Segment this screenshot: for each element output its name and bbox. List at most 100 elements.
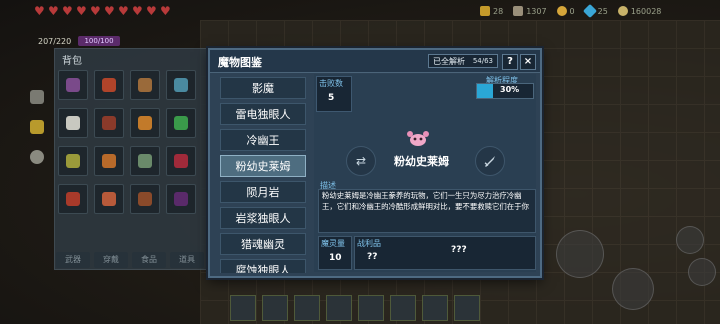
close-button[interactable]: × (520, 54, 536, 70)
sword-icon (484, 156, 495, 167)
health-hearts: ♥ ♥ ♥ ♥ ♥ ♥ ♥ ♥ ♥ ♥ (34, 4, 172, 18)
bag-slot[interactable] (130, 108, 160, 138)
hotbar-slot[interactable] (230, 295, 256, 321)
dialog-title: 魔物图鉴 (218, 56, 262, 69)
item-icon (66, 116, 80, 130)
heart-icon: ♥ (104, 4, 115, 18)
hotbar-slot[interactable] (262, 295, 288, 321)
bag-slot[interactable] (94, 70, 124, 100)
gold-bag-icon (480, 6, 490, 16)
tab-weapons[interactable]: 武器 (56, 252, 90, 268)
gold-value: 28 (493, 6, 504, 16)
help-button[interactable]: ? (502, 54, 518, 70)
loot-label: 战利品 (357, 239, 381, 248)
item-icon (174, 192, 188, 206)
key-counter: 0 (556, 6, 575, 16)
item-icon (102, 78, 116, 92)
hotbar (230, 295, 480, 321)
hotbar-slot[interactable] (422, 295, 448, 321)
loot-item-unknown: ?? (367, 252, 378, 262)
prev-monster-button[interactable]: ⇄ (346, 146, 376, 176)
monster-list[interactable]: 影魔 雷电独眼人 冷幽王 粉幼史莱姆 陨月岩 岩浆独眼人 猎魂幽灵 腐蚀独眼人 (220, 77, 306, 273)
heart-icon: ♥ (90, 4, 101, 18)
bag-slot[interactable] (130, 70, 160, 100)
bulb-icon[interactable] (30, 150, 44, 164)
coin-value: 160028 (630, 6, 662, 16)
hotbar-slot[interactable] (358, 295, 384, 321)
loot-box (354, 236, 536, 270)
monster-list-item[interactable]: 冷幽王 (220, 129, 306, 151)
description-text: 粉幼史莱姆是冷幽王豢养的玩物，它们一生只为尽力治疗冷幽王，它们和冷幽王的冷酷形成… (322, 191, 529, 211)
heart-icon: ♥ (48, 4, 59, 18)
monster-name: 粉幼史莱姆 (394, 155, 449, 168)
backpack-grid (58, 70, 208, 248)
unlock-status: 已全解析 54/63 (428, 54, 498, 68)
bag-slot[interactable] (58, 70, 88, 100)
diamond-icon (582, 3, 597, 19)
gem-counter: 1307 (513, 6, 547, 16)
coin-counter: 160028 (617, 6, 662, 16)
chest-icon[interactable] (30, 120, 44, 134)
progress-fill (477, 84, 493, 98)
bag-slot[interactable] (130, 146, 160, 176)
swap-weapon-button[interactable] (676, 226, 704, 254)
tab-food[interactable]: 食品 (132, 252, 166, 268)
slime-sprite-icon (407, 131, 429, 146)
monster-list-item[interactable]: 腐蚀独眼人 (220, 259, 306, 273)
monster-list-item-selected[interactable]: 粉幼史莱姆 (220, 155, 306, 177)
loot-item-unknown: ??? (451, 245, 467, 255)
coin-icon (617, 6, 628, 16)
hotbar-slot[interactable] (454, 295, 480, 321)
hotbar-slot[interactable] (390, 295, 416, 321)
heart-icon: ♥ (132, 4, 143, 18)
monster-list-item[interactable]: 雷电独眼人 (220, 103, 306, 125)
side-menu (30, 90, 44, 164)
bag-slot[interactable] (166, 108, 196, 138)
bag-slot[interactable] (58, 184, 88, 214)
bag-slot[interactable] (94, 108, 124, 138)
item-icon (102, 116, 116, 130)
bag-slot[interactable] (166, 184, 196, 214)
bag-slot[interactable] (94, 184, 124, 214)
monster-list-item[interactable]: 陨月岩 (220, 181, 306, 203)
mana-value: 10 (329, 253, 342, 263)
bag-slot[interactable] (166, 70, 196, 100)
heart-icon: ♥ (160, 4, 171, 18)
key-value: 0 (569, 6, 575, 16)
item-icon (138, 154, 152, 168)
item-icon (102, 154, 116, 168)
monster-list-item[interactable]: 猎魂幽灵 (220, 233, 306, 255)
mana-label: 魔灵量 (321, 239, 345, 248)
bag-slot[interactable] (130, 184, 160, 214)
bag-slot[interactable] (166, 146, 196, 176)
progress-value: 30% (500, 85, 520, 94)
skill-button[interactable] (612, 268, 654, 310)
dodge-button[interactable] (688, 258, 716, 286)
next-monster-button[interactable] (475, 146, 505, 176)
armor-icon[interactable] (30, 90, 44, 104)
item-icon (174, 154, 188, 168)
attack-button[interactable] (556, 230, 604, 278)
heart-icon: ♥ (146, 4, 157, 18)
hotbar-slot[interactable] (326, 295, 352, 321)
shield-readout: 100/100 (78, 36, 120, 46)
monster-list-item[interactable]: 影魔 (220, 77, 306, 99)
item-icon (138, 192, 152, 206)
monster-list-item[interactable]: 岩浆独眼人 (220, 207, 306, 229)
hotbar-slot[interactable] (294, 295, 320, 321)
hp-readout: 207/220 (38, 37, 72, 46)
gem-value: 1307 (526, 6, 547, 16)
bag-slot[interactable] (58, 108, 88, 138)
diamond-value: 25 (597, 6, 608, 16)
bag-slot[interactable] (58, 146, 88, 176)
kills-value: 5 (328, 93, 335, 103)
currency-bar: 28 1307 0 25 160028 (480, 3, 662, 19)
tab-items[interactable]: 道具 (170, 252, 204, 268)
bag-slot[interactable] (94, 146, 124, 176)
unlock-label: 已全解析 (433, 56, 465, 66)
heart-icon: ♥ (76, 4, 87, 18)
kills-label: 击败数 (319, 79, 343, 88)
heart-icon: ♥ (62, 4, 73, 18)
item-icon (66, 78, 80, 92)
tab-wearables[interactable]: 穿戴 (94, 252, 128, 268)
